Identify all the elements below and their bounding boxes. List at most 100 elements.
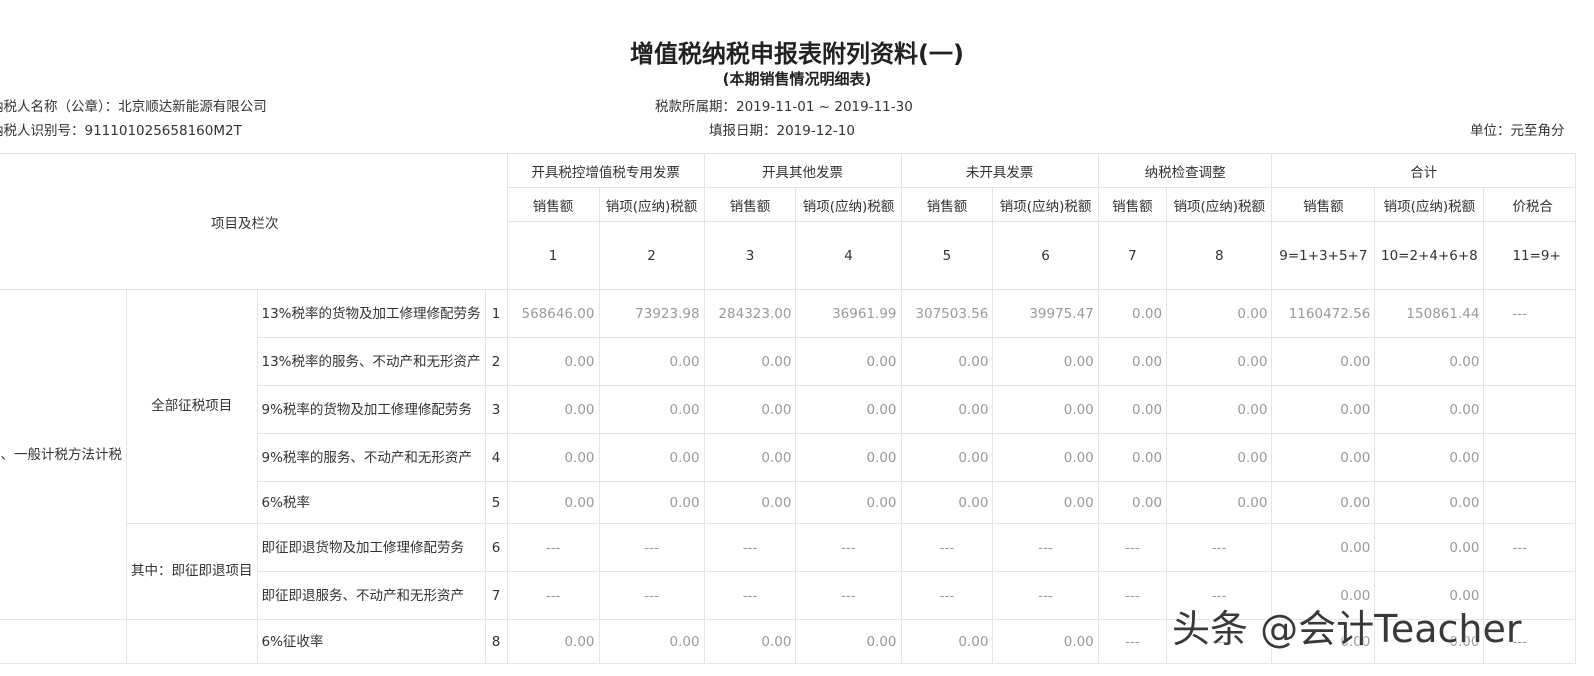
row-number: 1	[484, 289, 508, 338]
sales-detail-table: 项目及栏次 开具税控增值税专用发票 开具其他发票 未开具发票 纳税检查调整 合计…	[0, 153, 1576, 664]
cell-value	[1483, 385, 1576, 434]
row-label: 9%税率的货物及加工修理修配劳务	[256, 385, 486, 434]
cell-value: 0.00	[992, 337, 1099, 386]
cell-value: 0.00	[703, 385, 797, 434]
column-number: 1	[506, 221, 600, 290]
fill-date-value: 2019-12-10	[776, 123, 855, 139]
row-number: 8	[484, 619, 508, 664]
cell-value: 0.00	[795, 433, 902, 482]
sub-header: 销项(应纳)税额	[795, 187, 902, 222]
cell-value: ---	[703, 571, 797, 620]
cell-value: 0.00	[598, 619, 705, 664]
cell-value: 0.00	[1271, 481, 1376, 524]
cell-value: 0.00	[1166, 385, 1273, 434]
sub-header: 价税合	[1483, 187, 1576, 222]
row-number: 2	[484, 337, 508, 386]
cell-value: 0.00	[900, 481, 994, 524]
cell-value: 0.00	[1271, 523, 1376, 572]
cell-value: 1160472.56	[1271, 289, 1376, 338]
form-subtitle: (本期销售情况明细表)	[722, 70, 872, 88]
cell-value: ---	[703, 523, 797, 572]
cell-value: ---	[1097, 619, 1168, 664]
cell-value: 0.00	[900, 433, 994, 482]
cell-value: 0.00	[795, 481, 902, 524]
sub-header: 销项(应纳)税额	[1166, 187, 1273, 222]
cell-value: 0.00	[992, 481, 1099, 524]
column-number: 10=2+4+6+8	[1374, 221, 1485, 290]
tax-period-value: 2019-11-01 ~ 2019-11-30	[736, 99, 913, 115]
sub-header: 销项(应纳)税额	[1374, 187, 1485, 222]
cell-value: ---	[992, 523, 1099, 572]
group-header: 纳税检查调整	[1097, 153, 1273, 188]
cell-value: 0.00	[506, 433, 600, 482]
column-number: 4	[795, 221, 902, 290]
row-number: 4	[484, 433, 508, 482]
cell-value: 150861.44	[1374, 289, 1485, 338]
cell-value: 0.00	[795, 619, 902, 664]
unit-label: 单位：元至角分	[1470, 123, 1565, 139]
taxpayer-name: 纳税人名称（公章）：北京顺达新能源有限公司	[0, 95, 267, 115]
cell-value: ---	[506, 523, 600, 572]
cell-value: 0.00	[900, 337, 994, 386]
cell-value: ---	[598, 523, 705, 572]
cell-value: 0.00	[1271, 433, 1376, 482]
fill-date-label: 填报日期：	[709, 123, 777, 139]
cell-value: 0.00	[506, 385, 600, 434]
column-number: 3	[703, 221, 797, 290]
cell-value: 0.00	[992, 385, 1099, 434]
cell-value: 0.00	[1374, 481, 1485, 524]
cell-value: 307503.56	[900, 289, 994, 338]
row-label: 即征即退服务、不动产和无形资产	[256, 571, 486, 620]
cell-value: 0.00	[1374, 523, 1485, 572]
cell-value: ---	[1097, 523, 1168, 572]
taxpayer-name-value: 北京顺达新能源有限公司	[118, 99, 267, 115]
column-number: 9=1+3+5+7	[1271, 221, 1376, 290]
cell-value: 0.00	[900, 385, 994, 434]
cell-value: 568646.00	[506, 289, 600, 338]
taxpayer-id-value: 911101025658160M2T	[84, 123, 242, 139]
cell-value: 0.00	[1166, 481, 1273, 524]
cell-value: 0.00	[900, 619, 994, 664]
cell-value: ---	[795, 571, 902, 620]
watermark-text: 头条 @会计Teacher	[1172, 607, 1522, 651]
cell-value: 0.00	[1097, 481, 1168, 524]
taxpayer-id-label: 纳税人识别号：	[0, 123, 85, 139]
group-header: 合计	[1271, 153, 1576, 188]
cell-value: 0.00	[992, 433, 1099, 482]
cell-value: 0.00	[1097, 433, 1168, 482]
column-number: 2	[598, 221, 705, 290]
cell-value: 0.00	[1166, 433, 1273, 482]
group-header: 开具税控增值税专用发票	[506, 153, 705, 188]
cell-value: ---	[1097, 571, 1168, 620]
cell-value: 0.00	[795, 385, 902, 434]
cell-value: 0.00	[703, 619, 797, 664]
group-header: 未开具发票	[900, 153, 1099, 188]
sub-header: 销项(应纳)税额	[598, 187, 705, 222]
cell-value	[1483, 481, 1576, 524]
tax-period: 税款所属期：2019-11-01 ~ 2019-11-30	[655, 95, 913, 115]
cell-value: 73923.98	[598, 289, 705, 338]
taxpayer-name-label: 纳税人名称（公章）：	[0, 99, 119, 115]
tax-period-label: 税款所属期：	[655, 99, 736, 115]
cell-value: 0.00	[1374, 385, 1485, 434]
group-header: 开具其他发票	[703, 153, 902, 188]
cell-value: 0.00	[1374, 337, 1485, 386]
cell-value: 284323.00	[703, 289, 797, 338]
cell-value: 0.00	[1374, 433, 1485, 482]
sub-header: 销项(应纳)税额	[992, 187, 1099, 222]
cell-value: ---	[506, 571, 600, 620]
column-number: 6	[992, 221, 1099, 290]
cell-value: ---	[992, 571, 1099, 620]
cell-value: 0.00	[598, 337, 705, 386]
row-label: 即征即退货物及加工修理修配劳务	[256, 523, 486, 572]
cell-value: 0.00	[598, 385, 705, 434]
column-number: 8	[1166, 221, 1273, 290]
cell-value: ---	[900, 571, 994, 620]
cell-value: 0.00	[598, 481, 705, 524]
sub-header: 销售额	[1097, 187, 1168, 222]
cell-value: 0.00	[1166, 337, 1273, 386]
cell-value: 0.00	[1166, 289, 1273, 338]
cell-value: 0.00	[703, 337, 797, 386]
section-label-simple	[0, 619, 127, 664]
cell-value: 0.00	[1097, 337, 1168, 386]
